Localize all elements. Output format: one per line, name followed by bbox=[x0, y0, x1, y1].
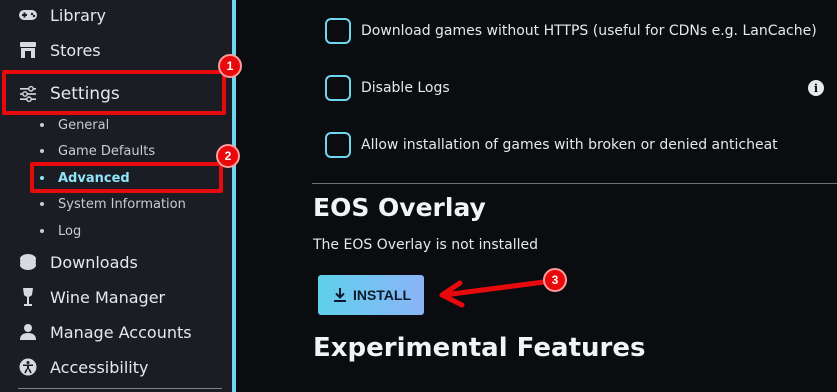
sidebar-item-label: Accessibility bbox=[50, 357, 149, 377]
sidebar-item-label: Stores bbox=[50, 40, 101, 60]
annotation-badge-1: 1 bbox=[218, 54, 242, 78]
eos-status-text: The EOS Overlay is not installed bbox=[313, 237, 538, 253]
checkbox-label: Allow installation of games with broken … bbox=[361, 137, 778, 153]
sub-item-label: General bbox=[58, 117, 110, 133]
checkbox-label: Download games without HTTPS (useful for… bbox=[361, 23, 817, 39]
checkbox-without-https[interactable] bbox=[325, 18, 351, 44]
install-button[interactable]: INSTALL bbox=[318, 275, 424, 315]
settings-sub-log[interactable]: Log bbox=[40, 221, 81, 241]
accessibility-icon bbox=[18, 357, 38, 377]
checkbox-disable-logs[interactable] bbox=[325, 75, 351, 101]
sidebar-item-label: Library bbox=[50, 5, 106, 25]
sub-item-label: Log bbox=[58, 223, 82, 239]
sidebar-item-accessibility[interactable]: Accessibility bbox=[18, 352, 148, 382]
eos-overlay-title: EOS Overlay bbox=[313, 193, 486, 222]
sidebar-item-label: Wine Manager bbox=[50, 287, 166, 307]
settings-sub-general[interactable]: General bbox=[40, 115, 109, 135]
sidebar: Library Stores Settings General Game Def… bbox=[0, 0, 232, 392]
sidebar-item-stores[interactable]: Stores bbox=[18, 35, 101, 65]
checkbox-row-without-https[interactable]: Download games without HTTPS (useful for… bbox=[325, 18, 817, 44]
main-content: Download games without HTTPS (useful for… bbox=[236, 0, 837, 392]
bullet-icon bbox=[40, 229, 44, 233]
settings-sub-game-defaults[interactable]: Game Defaults bbox=[40, 141, 155, 161]
sidebar-item-library[interactable]: Library bbox=[18, 0, 106, 30]
sidebar-item-wine-manager[interactable]: Wine Manager bbox=[18, 282, 165, 312]
experimental-features-title: Experimental Features bbox=[313, 333, 646, 363]
settings-sub-system-information[interactable]: System Information bbox=[40, 194, 186, 214]
checkbox-broken-anticheat[interactable] bbox=[325, 132, 351, 158]
bullet-icon bbox=[40, 202, 44, 206]
wine-glass-icon bbox=[18, 287, 38, 307]
info-icon[interactable]: i bbox=[808, 80, 824, 96]
install-button-label: INSTALL bbox=[352, 287, 412, 303]
checkbox-label: Disable Logs bbox=[361, 80, 450, 96]
sub-item-label: Game Defaults bbox=[58, 143, 156, 159]
bullet-icon bbox=[40, 149, 44, 153]
sidebar-item-label: Manage Accounts bbox=[50, 322, 192, 342]
download-icon bbox=[18, 252, 38, 272]
annotation-box-advanced bbox=[30, 162, 223, 193]
checkbox-row-disable-logs[interactable]: Disable Logs bbox=[325, 75, 450, 101]
sidebar-divider bbox=[18, 388, 222, 389]
annotation-badge-2: 2 bbox=[216, 144, 240, 168]
user-icon bbox=[18, 322, 38, 342]
checkbox-row-broken-anticheat[interactable]: Allow installation of games with broken … bbox=[325, 132, 778, 158]
download-arrow-icon bbox=[331, 286, 349, 304]
gamepad-icon bbox=[18, 5, 38, 25]
section-divider bbox=[312, 183, 837, 184]
annotation-box-settings bbox=[2, 70, 226, 115]
store-icon bbox=[18, 40, 38, 60]
annotation-badge-3: 3 bbox=[543, 268, 567, 292]
sub-item-label: System Information bbox=[58, 196, 186, 212]
sidebar-item-manage-accounts[interactable]: Manage Accounts bbox=[18, 317, 192, 347]
sidebar-item-downloads[interactable]: Downloads bbox=[18, 247, 138, 277]
sidebar-item-label: Downloads bbox=[50, 252, 138, 272]
bullet-icon bbox=[40, 123, 44, 127]
